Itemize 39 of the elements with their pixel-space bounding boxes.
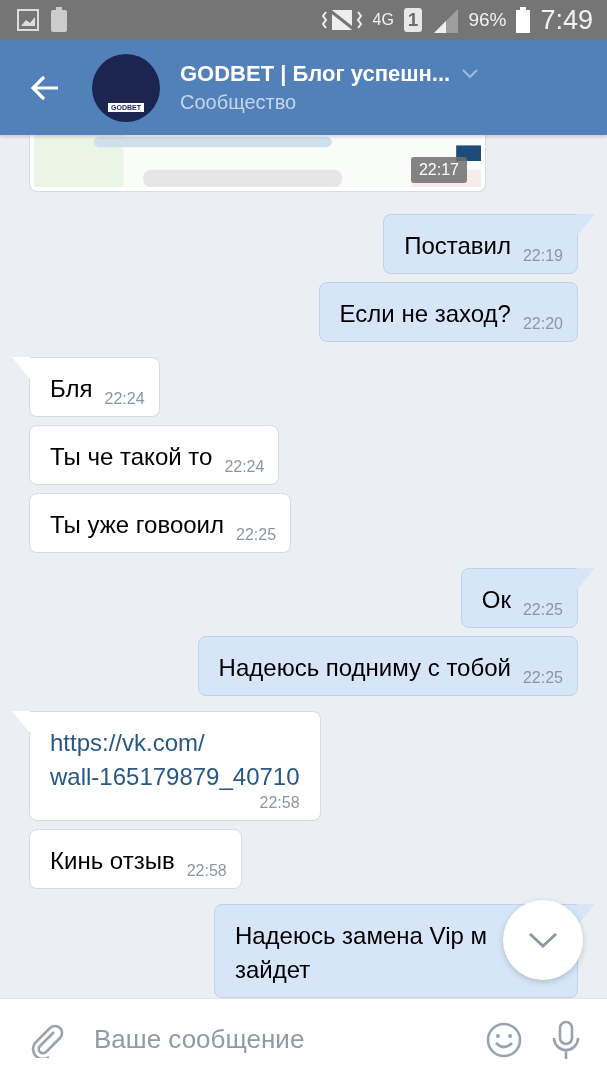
vibrate-mute-icon: [322, 7, 363, 33]
message-text: Надеюсь замена Vip м: [234, 921, 487, 951]
message-time: 22:24: [104, 390, 145, 408]
clock-time: 7:49: [540, 4, 593, 36]
signal-icon: [432, 7, 459, 33]
microphone-icon[interactable]: [551, 1019, 581, 1060]
message-text: Ты че такой то: [50, 442, 213, 472]
message-text: Кинь отзыв: [50, 846, 175, 876]
message-time: 22:24: [224, 458, 265, 476]
battery-percent: 96%: [468, 9, 507, 31]
message-text: Бля: [50, 374, 93, 404]
message-time: 22:58: [186, 862, 227, 880]
sim-indicator: 1: [403, 8, 423, 32]
image-icon: [16, 8, 40, 32]
battery-icon: [516, 7, 531, 33]
message-text: Надеюсь подниму с тобой: [218, 653, 511, 683]
message-link[interactable]: wall-165179879_40710: [50, 760, 300, 794]
message-time: 22:19: [522, 247, 563, 265]
message-text: Ты уже говооил: [50, 510, 225, 540]
message-text: Поставил: [404, 231, 511, 261]
emoji-icon[interactable]: [485, 1020, 523, 1059]
chat-title: GODBET | Блог успешн...: [180, 61, 451, 87]
link-preview-card[interactable]: 22:17: [29, 135, 486, 192]
message-text: зайдет: [234, 955, 312, 985]
chevron-down-icon[interactable]: [462, 69, 479, 79]
back-arrow-icon[interactable]: [30, 74, 60, 101]
battery-saver-icon: [50, 7, 68, 33]
message-text: Если не заход?: [339, 299, 511, 329]
message-time: 22:20: [522, 315, 563, 333]
chevron-down-icon: [528, 932, 558, 948]
chat-subtitle: Сообщество: [180, 91, 298, 114]
message-text: Ок: [481, 585, 511, 615]
message-time: 22:58: [259, 794, 300, 812]
message-time: 22:25: [522, 669, 563, 687]
message-time: 22:25: [522, 601, 563, 619]
message-time: 22:25: [236, 526, 277, 544]
message-time: 22:17: [410, 157, 467, 183]
message-link[interactable]: https://vk.com/: [50, 726, 300, 760]
network-type: 4G: [372, 11, 394, 29]
